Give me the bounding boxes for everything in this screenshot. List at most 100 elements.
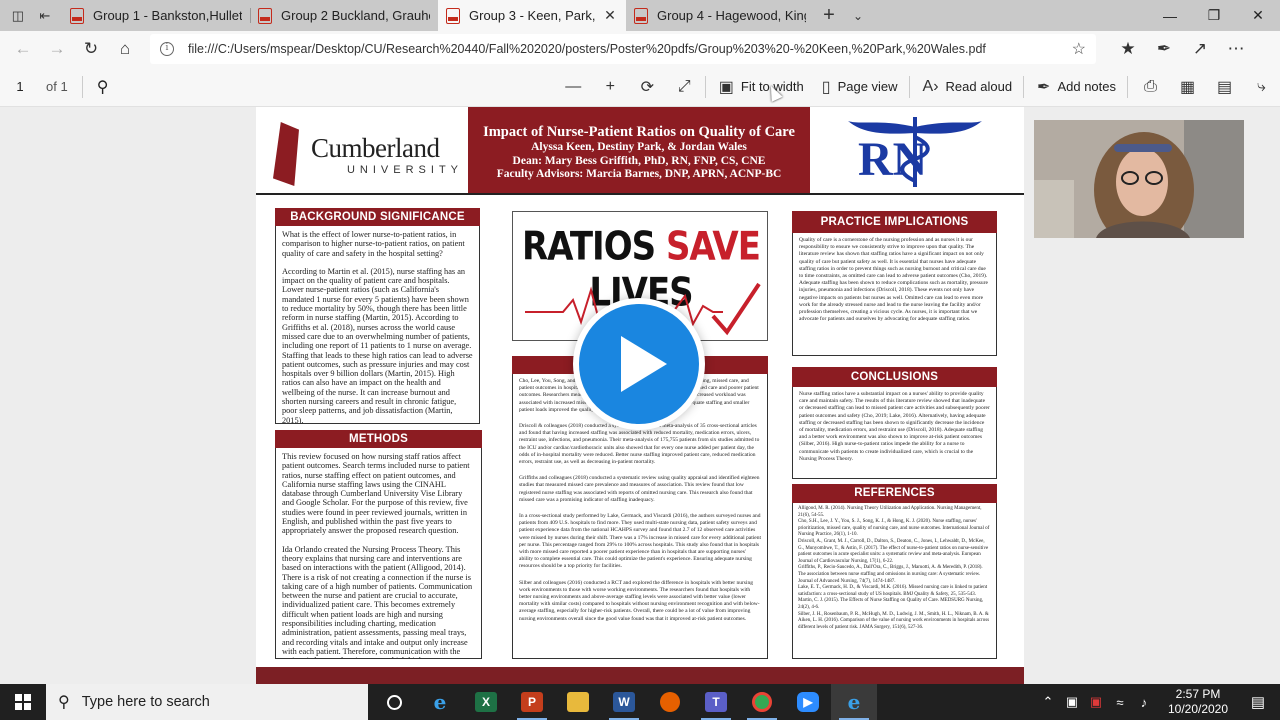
edge-icon: e <box>847 690 861 714</box>
pdf-icon <box>634 7 648 24</box>
taskbar-firefox[interactable] <box>647 684 693 720</box>
cortana-button[interactable] <box>371 684 417 720</box>
tab-group-2[interactable]: Group 2 Buckland, Grauher, <box>250 0 438 31</box>
poster-authors: Alyssa Keen, Destiny Park, & Jordan Wale… <box>531 141 747 153</box>
print-icon[interactable]: ⎙ <box>1132 71 1169 103</box>
pen-icon[interactable]: ✒ <box>1146 34 1182 64</box>
read-aloud-button[interactable]: A› Read aloud <box>914 71 1022 103</box>
page-view-icon: ▯ <box>821 78 831 96</box>
pdf-tools: — + ⟳ ⤢ ▣ Fit to width ▯ Page view A› Read … <box>555 71 1280 103</box>
page-view-button[interactable]: ▯ Page view <box>813 71 907 103</box>
more-icon[interactable]: ⋯ <box>1218 34 1254 64</box>
taskbar-file-explorer[interactable] <box>555 684 601 720</box>
taskbar-word[interactable]: W <box>601 684 647 720</box>
methods-p2: Ida Orlando created the Nursing Process … <box>282 544 473 658</box>
share-icon[interactable]: ↗ <box>1182 34 1218 64</box>
notification-icon[interactable]: ▤ <box>1236 684 1280 720</box>
favorites-icon[interactable]: ★ <box>1110 34 1146 64</box>
practice-p1: Quality of care is a cornerstone of the … <box>799 237 988 323</box>
poster-advisors: Faculty Advisors: Marcia Barnes, DNP, AP… <box>496 168 782 180</box>
tab-group-4[interactable]: Group 4 - Hagewood, King, <box>626 0 814 31</box>
search-icon: ⚲ <box>58 694 70 711</box>
browser-tools: ★ ✒ ↗ ⋯ <box>1110 34 1254 64</box>
play-button[interactable] <box>573 298 705 430</box>
background-heading: BACKGROUND SIGNIFICANCE <box>275 208 480 226</box>
word-icon: W <box>613 692 635 712</box>
power-icon[interactable]: ▣ <box>1084 694 1108 710</box>
findings-p4: In a cross-sectional study performed by … <box>519 513 761 570</box>
reference-item: Lake, E. T., Germack, H. D., & Viscardi,… <box>798 585 988 597</box>
internet-explorer-icon: e <box>433 690 447 714</box>
reference-item: Alligood, M. R. (2014). Nursing Theory U… <box>798 506 982 518</box>
fullscreen-icon[interactable]: ⤢ <box>666 71 703 103</box>
chevron-down-icon[interactable]: ⌄ <box>844 0 872 31</box>
taskbar-ie[interactable]: e <box>417 684 463 720</box>
logo-sub: UNIVERSITY <box>346 163 463 176</box>
zoom-in-icon[interactable]: + <box>592 71 629 103</box>
tab-preview-icon[interactable]: ⇤ <box>39 8 50 24</box>
pdf-icon <box>70 7 84 24</box>
read-aloud-label: Read aloud <box>945 79 1013 94</box>
wifi-icon[interactable]: ≈ <box>1108 695 1132 710</box>
volume-icon[interactable]: ♪ <box>1132 695 1156 710</box>
zoom-out-icon[interactable]: — <box>555 71 592 103</box>
url-field[interactable]: i file:///C:/Users/mspear/Desktop/CU/Res… <box>150 34 1096 64</box>
read-aloud-icon: A› <box>922 77 939 95</box>
taskbar-zoom[interactable]: ▶ <box>785 684 831 720</box>
clock[interactable]: 2:57 PM 10/20/2020 <box>1160 687 1236 717</box>
logo-name: Cumberland <box>310 132 440 163</box>
close-window-icon[interactable]: ✕ <box>1236 0 1280 31</box>
findings-p5: Silber and colleagues (2016) conducted a… <box>519 579 760 622</box>
minimize-icon[interactable]: — <box>1148 0 1192 31</box>
restore-icon[interactable]: ❐ <box>1192 0 1236 31</box>
teams-icon: T <box>705 692 727 712</box>
reference-item: Driscoll, A., Grant, M. J., Carroll, D.,… <box>798 538 989 564</box>
new-tab-button[interactable]: + <box>814 0 844 31</box>
cumberland-logo: Cumberland UNIVERSITY <box>273 121 463 187</box>
close-icon[interactable]: ✕ <box>602 7 618 24</box>
page-number-input[interactable]: 1 <box>2 73 38 101</box>
pdf-icon <box>258 7 272 24</box>
reference-item: Cho, S.H., Lee, J. Y., You, S. J., Song,… <box>798 519 990 538</box>
practice-body: Quality of care is a cornerstone of the … <box>792 233 997 356</box>
window-controls: — ❐ ✕ <box>1148 0 1280 31</box>
background-p2: According to Martin et al. (2015), nurse… <box>282 266 473 424</box>
firefox-icon <box>660 692 680 712</box>
network-icon[interactable]: ▣ <box>1060 694 1084 710</box>
fit-to-width-button[interactable]: ▣ Fit to width <box>710 71 813 103</box>
info-icon[interactable]: i <box>160 42 174 56</box>
taskbar-edge[interactable]: e <box>831 684 877 720</box>
chevron-up-icon[interactable]: ⌃ <box>1036 694 1060 710</box>
add-notes-button[interactable]: ✒ Add notes <box>1028 71 1125 103</box>
rotate-icon[interactable]: ⟳ <box>629 71 666 103</box>
add-notes-label: Add notes <box>1057 79 1116 94</box>
favorite-star-icon[interactable]: ☆ <box>1072 39 1086 59</box>
references-body: Alligood, M. R. (2014). Nursing Theory U… <box>792 503 997 659</box>
pdf-toolbar: 1 of 1 ⚲ — + ⟳ ⤢ ▣ Fit to width ▯ Page vie… <box>0 67 1280 107</box>
methods-p1: This review focused on how nursing staff… <box>282 452 470 536</box>
taskbar-powerpoint[interactable]: P <box>509 684 555 720</box>
poster-title-box: Impact of Nurse-Patient Ratios on Qualit… <box>468 107 810 195</box>
back-icon[interactable]: ← <box>6 34 40 64</box>
clock-date: 10/20/2020 <box>1167 702 1229 716</box>
pen-icon: ✒ <box>1037 78 1051 96</box>
pin-icon[interactable]: ⤷ <box>1243 71 1280 103</box>
tab-group-3[interactable]: Group 3 - Keen, Park, W ✕ <box>438 0 626 31</box>
tab-group-1[interactable]: Group 1 - Bankston,Hullett, <box>62 0 250 31</box>
taskbar-excel[interactable]: X <box>463 684 509 720</box>
taskbar-search-field[interactable]: ⚲ Type here to search <box>46 684 368 720</box>
background-body: What is the effect of lower nurse-to-pat… <box>275 226 480 424</box>
home-icon[interactable]: ⌂ <box>108 34 142 64</box>
taskbar-chrome[interactable] <box>739 684 785 720</box>
rn-caduceus-logo: RN <box>848 117 982 187</box>
tab-actions-icon[interactable]: ◫ <box>12 8 24 24</box>
refresh-icon[interactable]: ↻ <box>74 34 108 64</box>
system-tray: ⌃ ▣ ▣ ≈ ♪ 2:57 PM 10/20/2020 ▤ <box>1036 684 1280 720</box>
tab-actions: ◫ ⇤ <box>0 0 62 31</box>
save-icon[interactable]: ▦ <box>1169 71 1206 103</box>
save-as-icon[interactable]: ▤ <box>1206 71 1243 103</box>
search-icon[interactable]: ⚲ <box>97 77 109 97</box>
forward-icon[interactable]: → <box>40 34 74 64</box>
start-button[interactable] <box>0 684 46 720</box>
taskbar-teams[interactable]: T <box>693 684 739 720</box>
